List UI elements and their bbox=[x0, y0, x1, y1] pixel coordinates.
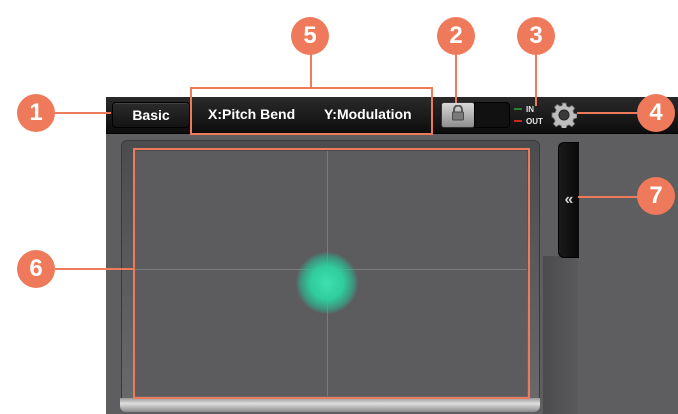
callout-5-line bbox=[310, 54, 312, 88]
callout-5: 5 bbox=[291, 17, 329, 55]
callout-3: 3 bbox=[517, 17, 555, 55]
callout-4: 4 bbox=[637, 94, 675, 132]
midi-in-led bbox=[514, 108, 522, 110]
callout-1-line bbox=[55, 112, 111, 114]
callout-2-line bbox=[455, 54, 457, 103]
callout-7-line bbox=[578, 196, 640, 198]
callout-4-line bbox=[577, 112, 640, 114]
callout-3-line bbox=[535, 54, 537, 106]
midi-out-led bbox=[514, 120, 522, 122]
gear-icon[interactable] bbox=[551, 102, 578, 130]
callout-6: 6 bbox=[17, 250, 55, 288]
side-panel-edge bbox=[543, 256, 578, 414]
mode-button[interactable]: Basic bbox=[112, 102, 190, 128]
midi-out-indicator: OUT bbox=[514, 116, 548, 126]
hold-toggle-slot[interactable] bbox=[474, 102, 510, 128]
midi-in-label: IN bbox=[526, 104, 534, 114]
callout-6-box bbox=[133, 148, 530, 399]
callout-5-box bbox=[190, 87, 433, 135]
mode-label: Basic bbox=[132, 107, 170, 123]
expand-panel-tab[interactable]: « bbox=[558, 142, 579, 258]
double-chevron-left-icon: « bbox=[564, 191, 574, 208]
midi-out-label: OUT bbox=[526, 116, 543, 126]
callout-1: 1 bbox=[17, 94, 55, 132]
callout-2: 2 bbox=[437, 17, 475, 55]
callout-6-line bbox=[55, 268, 135, 270]
callout-7: 7 bbox=[637, 177, 675, 215]
hold-lock-button[interactable] bbox=[441, 102, 475, 128]
midi-in-indicator: IN bbox=[514, 104, 548, 114]
pad-frame-bezel bbox=[120, 398, 540, 412]
lock-icon bbox=[451, 104, 465, 126]
